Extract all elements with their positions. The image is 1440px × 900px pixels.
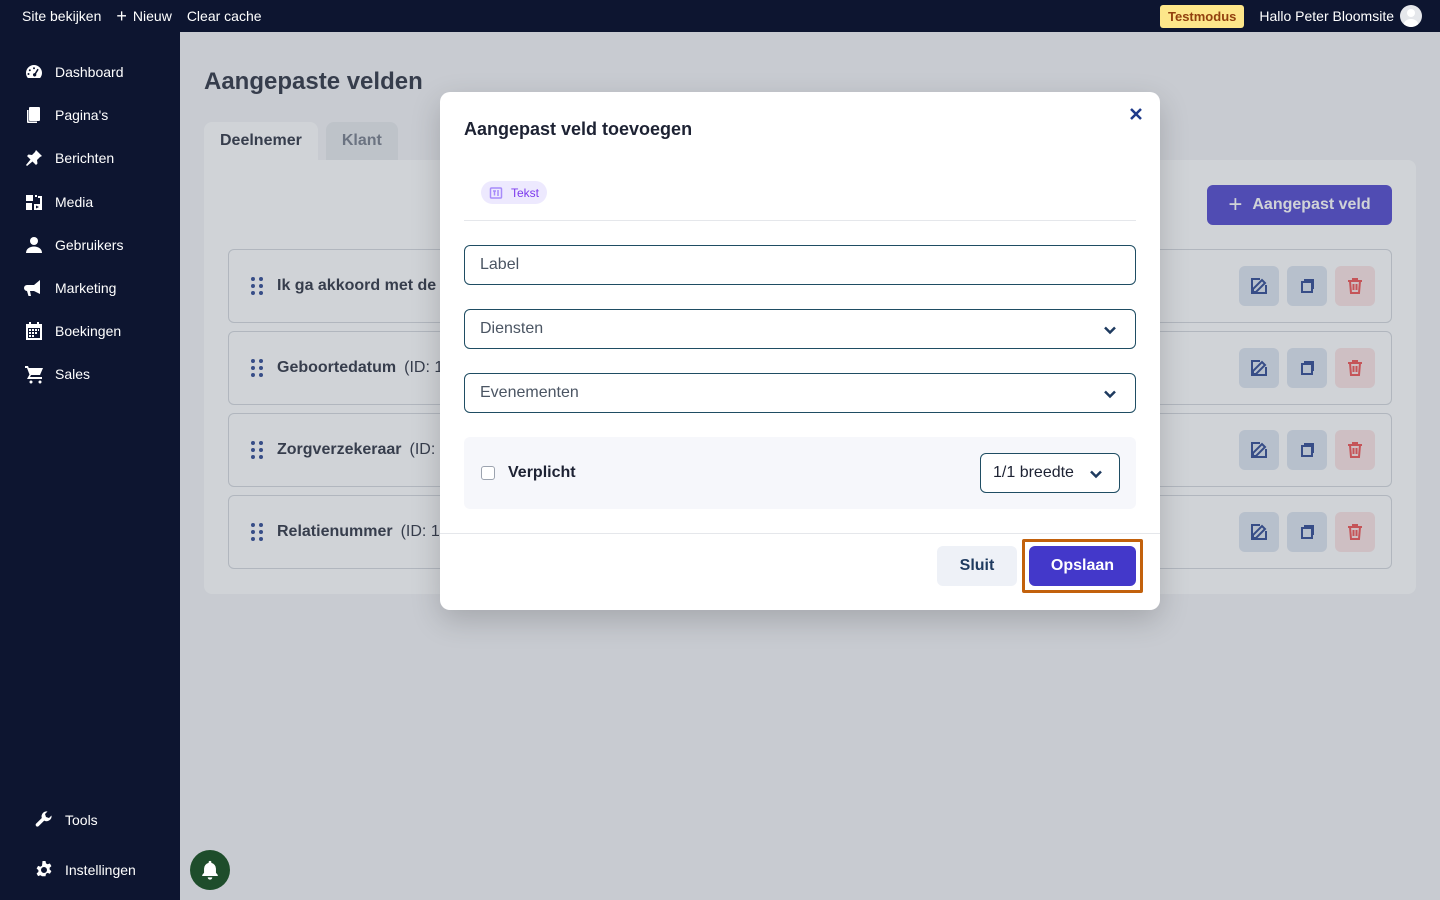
close-dialog-button[interactable] (1128, 106, 1144, 122)
required-checkbox[interactable] (481, 466, 495, 480)
field-options: Verplicht 1/1 breedte (464, 437, 1136, 509)
sidebar-item-label: Pagina's (55, 107, 109, 123)
new-label: Nieuw (132, 8, 172, 24)
pages-icon (24, 105, 44, 125)
close-icon (1130, 108, 1142, 120)
user-icon (24, 235, 44, 255)
required-label[interactable]: Verplicht (508, 464, 576, 482)
pin-icon (24, 148, 44, 168)
width-select-value: 1/1 breedte (993, 464, 1074, 481)
sidebar-item-label: Marketing (55, 280, 117, 296)
dashboard-icon (24, 62, 44, 82)
calendar-icon (24, 321, 44, 341)
sidebar-item-dashboard[interactable]: Dashboard (24, 62, 124, 82)
chevron-down-icon (1089, 467, 1103, 486)
notification-bell-button[interactable] (190, 850, 230, 890)
sidebar-item-label: Berichten (55, 150, 115, 166)
sidebar-item-sales[interactable]: Sales (24, 364, 90, 384)
clear-cache-label: Clear cache (186, 8, 262, 24)
sidebar-item-label: Gebruikers (55, 237, 124, 253)
user-greeting[interactable]: Hallo Peter Bloomsite (1259, 8, 1394, 24)
sidebar-item-posts[interactable]: Berichten (24, 148, 114, 168)
sidebar-item-label: Instellingen (65, 862, 136, 878)
sidebar-item-media[interactable]: Media (24, 192, 93, 212)
dialog-footer-divider (440, 533, 1160, 534)
sidebar-item-pages[interactable]: Pagina's (24, 105, 108, 125)
services-select-value: Diensten (480, 320, 544, 337)
clear-cache-link[interactable]: Clear cache (187, 8, 262, 24)
avatar[interactable] (1400, 5, 1422, 27)
bell-icon (202, 860, 218, 880)
sidebar-item-bookings[interactable]: Boekingen (24, 321, 121, 341)
sidebar-item-settings[interactable]: Instellingen (34, 860, 136, 880)
save-button[interactable]: Opslaan (1029, 546, 1136, 586)
field-type-label: Tekst (511, 185, 540, 200)
new-link[interactable]: + Nieuw (116, 7, 171, 25)
media-icon (24, 192, 44, 212)
view-site-label: Site bekijken (22, 8, 102, 24)
plus-icon: + (116, 6, 127, 26)
width-select[interactable]: 1/1 breedte (980, 453, 1120, 493)
sidebar-item-label: Tools (65, 812, 98, 828)
sidebar-item-label: Dashboard (55, 64, 124, 80)
megaphone-icon (24, 278, 44, 298)
chevron-down-icon (1103, 387, 1117, 401)
cart-icon (24, 364, 44, 384)
test-mode-badge: Testmodus (1159, 4, 1245, 28)
sidebar-item-tools[interactable]: Tools (34, 810, 98, 830)
chevron-down-icon (1103, 323, 1117, 337)
sidebar-item-label: Boekingen (55, 323, 122, 339)
sidebar-item-label: Media (55, 194, 94, 210)
divider (464, 220, 1136, 221)
sidebar-item-marketing[interactable]: Marketing (24, 278, 116, 298)
gear-icon (34, 860, 54, 880)
sidebar: Dashboard Pagina's Berichten Media Gebru… (0, 32, 180, 900)
text-field-icon (489, 186, 503, 199)
sidebar-item-label: Sales (55, 366, 91, 382)
services-select[interactable]: Diensten (464, 309, 1136, 349)
field-type-chip[interactable]: Tekst (481, 181, 548, 204)
label-input[interactable] (464, 245, 1136, 285)
sidebar-item-users[interactable]: Gebruikers (24, 235, 123, 255)
add-custom-field-dialog: Aangepast veld toevoegen Tekst Diensten … (440, 92, 1160, 610)
dialog-title: Aangepast veld toevoegen (464, 119, 693, 139)
events-select[interactable]: Evenementen (464, 373, 1136, 413)
close-button[interactable]: Sluit (937, 546, 1017, 586)
wrench-icon (34, 810, 54, 830)
events-select-value: Evenementen (480, 384, 579, 401)
view-site-link[interactable]: Site bekijken (22, 8, 101, 24)
admin-topbar: Site bekijken + Nieuw Clear cache Testmod… (0, 0, 1440, 32)
